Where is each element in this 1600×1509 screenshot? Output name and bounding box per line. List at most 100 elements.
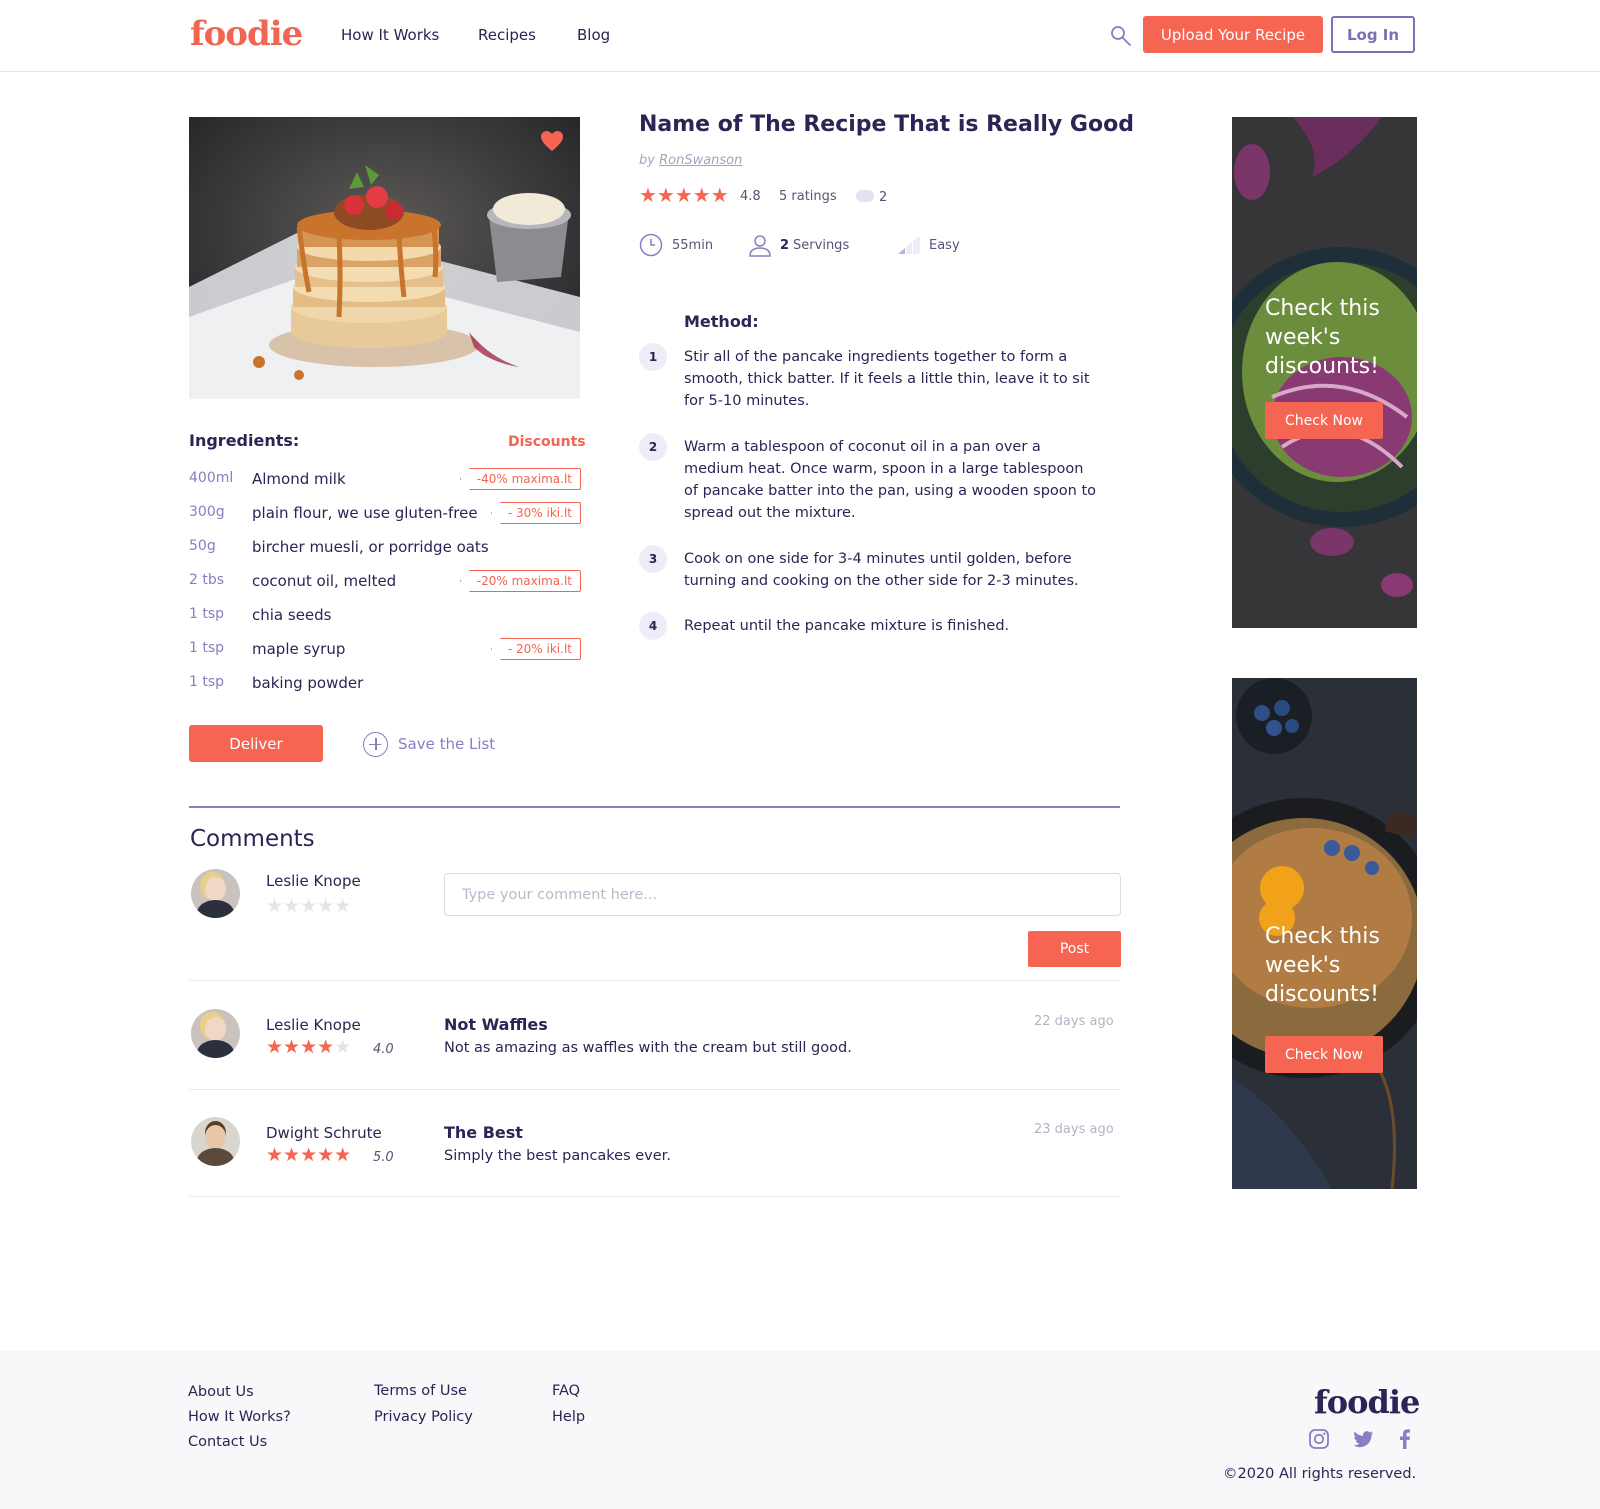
avatar: [191, 1117, 240, 1166]
avatar-body: [197, 1148, 234, 1166]
ingredient-name: chia seeds: [252, 606, 332, 624]
composer-rating-stars[interactable]: ★★★★★: [266, 897, 351, 916]
nav-recipes[interactable]: Recipes: [478, 26, 536, 44]
ingredient-qty: 400ml: [189, 470, 234, 486]
step-number: 1: [639, 343, 667, 371]
footer-link-help[interactable]: Help: [552, 1409, 585, 1425]
comment-author: Dwight Schrute: [266, 1124, 382, 1142]
ingredient-row: 1 tsp maple syrup - 20% iki.lt: [189, 638, 581, 662]
comment-rating-stars: ★★★★★: [266, 1146, 351, 1165]
comment-rating-value: 4.0: [373, 1042, 394, 1057]
twitter-icon[interactable]: [1352, 1428, 1374, 1450]
footer-logo[interactable]: foodie: [1314, 1383, 1420, 1421]
pancake-illustration: [189, 117, 580, 399]
ingredient-qty: 300g: [189, 504, 225, 520]
comment-rating-value: 5.0: [373, 1150, 394, 1165]
ingredient-qty: 1 tsp: [189, 674, 225, 690]
instagram-icon[interactable]: [1308, 1428, 1330, 1450]
author-link[interactable]: RonSwanson: [659, 153, 742, 168]
discount-tag[interactable]: - 30% iki.lt: [490, 502, 581, 524]
check-now-button[interactable]: Check Now: [1265, 1036, 1383, 1073]
comment-date: 23 days ago: [1034, 1122, 1114, 1137]
search-icon[interactable]: [1109, 24, 1133, 48]
comment-separator: [189, 1196, 1121, 1197]
rating-value: 4.8: [740, 189, 761, 204]
footer-link-how-it-works[interactable]: How It Works?: [188, 1409, 291, 1425]
ingredient-row: 1 tsp baking powder: [189, 672, 581, 696]
post-button[interactable]: Post: [1028, 931, 1121, 967]
ingredient-name: baking powder: [252, 674, 364, 692]
difficulty: Easy: [897, 232, 960, 258]
ingredients-title: Ingredients:: [189, 431, 300, 450]
footer-link-contact[interactable]: Contact Us: [188, 1434, 267, 1450]
ingredient-name: bircher muesli, or porridge oats: [252, 538, 489, 556]
step-number: 3: [639, 545, 667, 573]
ingredient-row: 2 tbs coconut oil, melted -20% maxima.lt: [189, 570, 581, 594]
save-list-label: Save the List: [398, 735, 496, 753]
ingredient-name: coconut oil, melted: [252, 572, 397, 590]
footer-link-terms[interactable]: Terms of Use: [374, 1383, 467, 1399]
ad-banner[interactable]: Check this week's discounts! Check Now: [1232, 678, 1417, 1189]
site-footer: About Us How It Works? Contact Us Terms …: [0, 1351, 1600, 1509]
byline-prefix: by: [639, 153, 655, 168]
ingredient-qty: 1 tsp: [189, 640, 225, 656]
site-header: foodie How It Works Recipes Blog Upload …: [0, 0, 1600, 72]
avatar-head: [205, 1017, 226, 1041]
footer-link-privacy[interactable]: Privacy Policy: [374, 1409, 473, 1425]
ingredient-row: 400ml Almond milk -40% maxima.lt: [189, 468, 581, 492]
comment-date: 22 days ago: [1034, 1014, 1114, 1029]
nav-blog[interactable]: Blog: [577, 26, 610, 44]
step-number: 2: [639, 433, 667, 461]
comment-count[interactable]: 2: [879, 190, 887, 205]
avatar-head: [205, 877, 226, 901]
login-button[interactable]: Log In: [1331, 16, 1415, 53]
step-text: Cook on one side for 3-4 minutes until g…: [684, 551, 1079, 589]
save-list-button[interactable]: Save the List: [363, 731, 495, 757]
recipe-image: [189, 117, 580, 399]
comment-title: Not Waffles: [444, 1015, 548, 1034]
check-now-button[interactable]: Check Now: [1265, 402, 1383, 439]
servings: 2 Servings: [748, 232, 849, 258]
person-icon: [749, 235, 771, 257]
servings-label: Servings: [793, 237, 850, 253]
footer-link-faq[interactable]: FAQ: [552, 1383, 580, 1399]
comment-input[interactable]: [444, 873, 1121, 916]
avatar-body: [197, 900, 234, 918]
avatar-body: [197, 1040, 234, 1058]
discount-tag[interactable]: -40% maxima.lt: [459, 468, 581, 490]
avatar: [191, 869, 240, 918]
comment-author: Leslie Knope: [266, 1016, 361, 1034]
upload-recipe-button[interactable]: Upload Your Recipe: [1143, 16, 1323, 53]
stars-filled: ★★★★★: [266, 1144, 352, 1166]
deliver-button[interactable]: Deliver: [189, 725, 323, 762]
comments-title: Comments: [190, 826, 315, 852]
favorite-heart-icon[interactable]: [540, 130, 564, 152]
discount-tag[interactable]: - 20% iki.lt: [490, 638, 581, 660]
ad-text: Check this week's discounts!: [1265, 296, 1380, 379]
ad-banner[interactable]: Check this week's discounts! Check Now: [1232, 117, 1417, 628]
ingredient-name: maple syrup: [252, 640, 346, 658]
comment-title: The Best: [444, 1123, 523, 1142]
discount-tag[interactable]: -20% maxima.lt: [459, 570, 581, 592]
ingredient-row: 1 tsp chia seeds: [189, 604, 581, 628]
plus-circle-icon: [363, 731, 388, 757]
facebook-icon[interactable]: [1394, 1428, 1416, 1450]
avatar: [191, 1009, 240, 1058]
comment-body: Not as amazing as waffles with the cream…: [444, 1040, 852, 1056]
ingredient-row: 50g bircher muesli, or porridge oats: [189, 536, 581, 560]
ratings-count[interactable]: 5 ratings: [779, 189, 837, 204]
difficulty-value: Easy: [929, 237, 960, 253]
footer-link-about[interactable]: About Us: [188, 1384, 254, 1400]
comment-separator: [189, 980, 1121, 981]
cook-time-value: 55min: [672, 237, 714, 253]
ingredient-qty: 50g: [189, 538, 216, 554]
clock-icon: [639, 233, 663, 257]
copyright: ©2020 All rights reserved.: [1223, 1466, 1417, 1482]
nav-how-it-works[interactable]: How It Works: [341, 26, 439, 44]
ingredient-row: 300g plain flour, we use gluten-free - 3…: [189, 502, 581, 526]
ingredient-qty: 1 tsp: [189, 606, 225, 622]
recipe-byline: by RonSwanson: [639, 153, 742, 168]
ingredient-name: Almond milk: [252, 470, 346, 488]
rating-stars: ★★★★★: [639, 183, 729, 207]
logo[interactable]: foodie: [190, 14, 303, 54]
